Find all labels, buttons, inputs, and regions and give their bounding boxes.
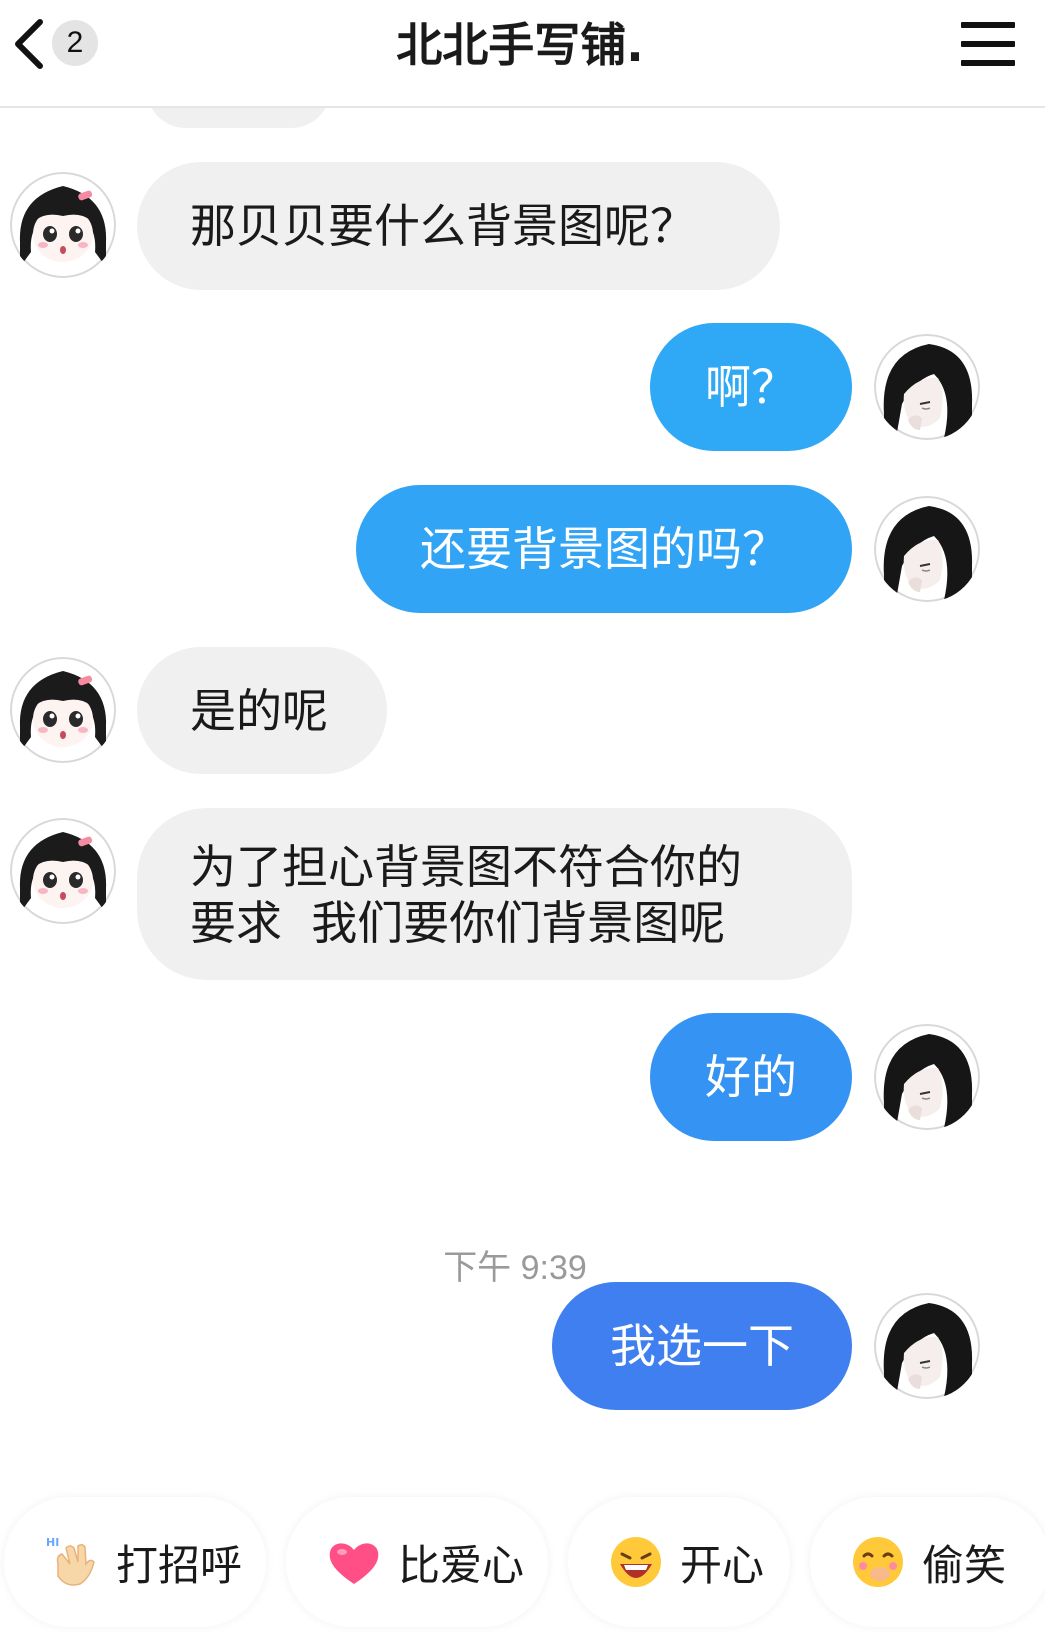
my-avatar[interactable] [874, 1024, 980, 1130]
message-text-line-1: 为了担心背景图不符合你的 [190, 840, 742, 894]
message-bubble[interactable]: 那贝贝要什么背景图呢？ [137, 162, 780, 290]
quick-reply-heart[interactable]: 比爱心 [286, 1497, 548, 1627]
message-text: 那贝贝要什么背景图呢？ [190, 199, 696, 253]
message-timestamp: 下午 9:39 [443, 1249, 587, 1287]
my-avatar[interactable] [874, 334, 980, 440]
chat-header: 2 北北手写铺. [0, 0, 1045, 108]
contact-avatar[interactable] [10, 818, 116, 924]
heart-icon [329, 1543, 379, 1584]
message-text: 啊？ [705, 360, 797, 414]
quick-reply-label: 打招呼 [116, 1540, 243, 1590]
unread-count-badge[interactable]: 2 [52, 20, 98, 66]
contact-avatar[interactable] [10, 657, 116, 763]
message-text-line-2: 要求 我们要你们背景图呢 [190, 896, 726, 950]
giggle-face-icon [853, 1537, 903, 1587]
message-text: 是的呢 [190, 684, 328, 738]
svg-text:HI: HI [46, 1536, 59, 1549]
back-chevron-icon[interactable] [6, 14, 50, 74]
message-bubble[interactable]: 是的呢 [137, 647, 387, 774]
message-bubble[interactable]: 我选一下 [552, 1282, 852, 1410]
quick-reply-happy[interactable]: 开心 [568, 1497, 790, 1627]
menu-icon[interactable] [961, 22, 1015, 66]
laughing-face-icon [611, 1537, 661, 1587]
contact-avatar[interactable] [10, 172, 116, 278]
message-bubble[interactable]: 好的 [650, 1013, 852, 1141]
quick-reply-wave[interactable]: HI 打招呼 [4, 1497, 266, 1627]
message-text: 还要背景图的吗？ [420, 522, 788, 576]
quick-reply-label: 偷笑 [922, 1540, 1007, 1590]
chat-title: 北北手写铺. [396, 18, 644, 72]
message-text: 我选一下 [610, 1319, 794, 1373]
my-avatar[interactable] [874, 496, 980, 602]
message-bubble[interactable]: 啊？ [650, 323, 852, 451]
quick-reply-label: 开心 [680, 1540, 765, 1590]
message-text: 好的 [705, 1050, 797, 1104]
waving-hand-icon: HI [46, 1536, 95, 1586]
message-bubble[interactable]: 为了担心背景图不符合你的 要求 我们要你们背景图呢 [137, 808, 852, 980]
message-bubble[interactable]: 还要背景图的吗？ [356, 485, 852, 613]
my-avatar[interactable] [874, 1293, 980, 1399]
quick-reply-giggle[interactable]: 偷笑 [810, 1497, 1045, 1627]
quick-reply-label: 比爱心 [398, 1540, 525, 1590]
